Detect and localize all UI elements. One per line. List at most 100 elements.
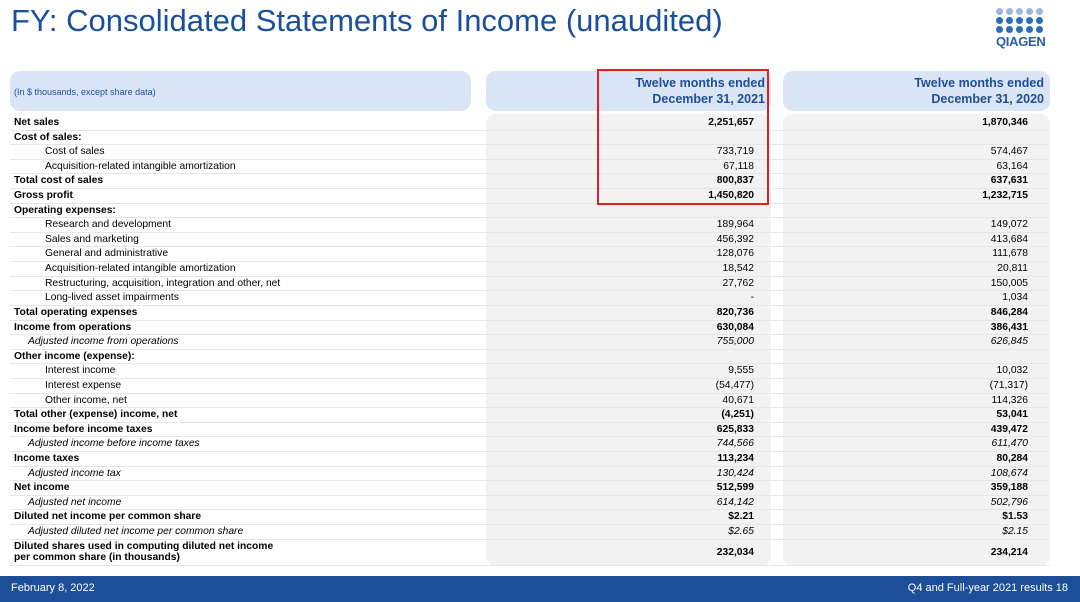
value-2021: 456,392 bbox=[717, 233, 754, 247]
value-2021: 755,000 bbox=[717, 335, 754, 349]
value-2020: 1,232,715 bbox=[982, 189, 1028, 203]
value-2021: 189,964 bbox=[717, 218, 754, 232]
table-row: Adjusted income tax 130,424 108,674 bbox=[10, 467, 1050, 482]
row-label: Gross profit bbox=[14, 189, 73, 203]
row-label: Adjusted income before income taxes bbox=[28, 437, 200, 451]
column-header-2020: Twelve months ended December 31, 2020 bbox=[783, 71, 1050, 111]
value-2020: (71,317) bbox=[990, 379, 1028, 393]
row-label: Income before income taxes bbox=[14, 423, 153, 437]
value-2020: 413,684 bbox=[991, 233, 1028, 247]
row-label: Diluted shares used in computing diluted… bbox=[14, 541, 273, 563]
table-row: Acquisition-related intangible amortizat… bbox=[10, 262, 1050, 277]
row-label: Net sales bbox=[14, 116, 59, 130]
value-2020: $2.15 bbox=[1002, 525, 1028, 539]
value-2021: $2.21 bbox=[728, 510, 754, 524]
value-2021: (54,477) bbox=[716, 379, 754, 393]
table-row: Total other (expense) income, net(4,251)… bbox=[10, 408, 1050, 423]
table-row: Adjusted diluted net income per common s… bbox=[10, 525, 1050, 540]
value-2020: 114,326 bbox=[992, 394, 1028, 408]
logo-dot bbox=[1036, 17, 1043, 24]
table-row: Research and development189,964149,072 bbox=[10, 218, 1050, 233]
value-2020: 637,631 bbox=[991, 174, 1028, 188]
column-header-2020-line2: December 31, 2020 bbox=[783, 91, 1044, 107]
row-label: Income taxes bbox=[14, 452, 79, 466]
value-2020: 574,467 bbox=[991, 145, 1028, 159]
row-label: Adjusted income tax bbox=[28, 467, 121, 481]
table-row: Sales and marketing 456,392 413,684 bbox=[10, 233, 1050, 248]
row-label: Cost of sales: bbox=[14, 131, 82, 145]
table-row: Diluted shares used in computing diluted… bbox=[10, 540, 1050, 566]
units-header: (In $ thousands, except share data) bbox=[10, 71, 471, 111]
highlight-box bbox=[597, 69, 769, 205]
units-label: (In $ thousands, except share data) bbox=[14, 87, 156, 97]
logo-dot bbox=[1036, 8, 1043, 15]
footer-page-info: Q4 and Full-year 2021 results 18 bbox=[908, 582, 1068, 594]
table-row: Income before income taxes625,833439,472 bbox=[10, 423, 1050, 438]
value-2020: 846,284 bbox=[991, 306, 1028, 320]
value-2021: 128,076 bbox=[717, 247, 754, 261]
value-2020: 359,188 bbox=[991, 481, 1028, 495]
row-label: Total operating expenses bbox=[14, 306, 137, 320]
value-2021: 820,736 bbox=[717, 306, 754, 320]
row-label: Research and development bbox=[45, 218, 171, 232]
table-row: Long-lived asset impairments-1,034 bbox=[10, 291, 1050, 306]
table-row: Adjusted income from operations755,00062… bbox=[10, 335, 1050, 350]
qiagen-logo: QIAGEN bbox=[996, 8, 1052, 52]
value-2020: 20,811 bbox=[997, 262, 1028, 276]
table-row: Adjusted income before income taxes 744,5… bbox=[10, 437, 1050, 452]
logo-dots-icon bbox=[996, 8, 1052, 33]
value-2020: 611,470 bbox=[992, 437, 1028, 451]
value-2021: 744,566 bbox=[717, 437, 754, 451]
row-label: Adjusted diluted net income per common s… bbox=[28, 525, 243, 539]
logo-dot bbox=[1016, 8, 1023, 15]
row-label: Cost of sales bbox=[45, 145, 105, 159]
table-row: Income taxes 113,234 80,284 bbox=[10, 452, 1050, 467]
value-2021: 9,555 bbox=[728, 364, 754, 378]
value-2020: 108,674 bbox=[991, 467, 1028, 481]
table-row: Interest income9,55510,032 bbox=[10, 364, 1050, 379]
value-2020: 53,041 bbox=[997, 408, 1029, 422]
table-row: Cost of sales: bbox=[10, 131, 1050, 146]
value-2020: 111,678 bbox=[992, 247, 1028, 261]
income-statement-table: Net sales2,251,6571,870,346Cost of sales… bbox=[10, 116, 1050, 566]
value-2020: 1,034 bbox=[1002, 291, 1028, 305]
logo-dot bbox=[1026, 8, 1033, 15]
logo-dot bbox=[996, 26, 1003, 33]
value-2020: 1,870,346 bbox=[982, 116, 1028, 130]
value-2020: 626,845 bbox=[991, 335, 1028, 349]
row-label: Income from operations bbox=[14, 321, 131, 335]
row-label: Operating expenses: bbox=[14, 204, 116, 218]
table-row: Income from operations630,084386,431 bbox=[10, 321, 1050, 336]
value-2021: 630,084 bbox=[717, 321, 754, 335]
table-row: Cost of sales733,719574,467 bbox=[10, 145, 1050, 160]
value-2020: 502,796 bbox=[991, 496, 1028, 510]
logo-dot bbox=[996, 8, 1003, 15]
value-2020: 234,214 bbox=[991, 547, 1028, 558]
table-row: Gross profit1,450,8201,232,715 bbox=[10, 189, 1050, 204]
row-label: Total cost of sales bbox=[14, 174, 103, 188]
row-label: Acquisition-related intangible amortizat… bbox=[45, 160, 236, 174]
table-row: Other income (expense): bbox=[10, 350, 1050, 365]
value-2020: 150,005 bbox=[991, 277, 1028, 291]
logo-dot bbox=[1016, 17, 1023, 24]
value-2021: 18,542 bbox=[723, 262, 755, 276]
table-row: Net income512,599359,188 bbox=[10, 481, 1050, 496]
logo-dot bbox=[1036, 26, 1043, 33]
value-2021: 614,142 bbox=[717, 496, 754, 510]
footer-bar: February 8, 2022 Q4 and Full-year 2021 r… bbox=[0, 576, 1080, 602]
value-2021: 625,833 bbox=[717, 423, 754, 437]
row-label: Sales and marketing bbox=[45, 233, 139, 247]
value-2021: 113,234 bbox=[717, 452, 754, 466]
logo-dot bbox=[1026, 17, 1033, 24]
logo-dot bbox=[1006, 8, 1013, 15]
value-2020: 80,284 bbox=[997, 452, 1029, 466]
table-row: Acquisition-related intangible amortizat… bbox=[10, 160, 1050, 175]
value-2021: 130,424 bbox=[717, 467, 754, 481]
table-row: Operating expenses: bbox=[10, 204, 1050, 219]
column-header-2020-line1: Twelve months ended bbox=[783, 75, 1044, 91]
table-row: Total cost of sales800,837637,631 bbox=[10, 174, 1050, 189]
row-label: Interest expense bbox=[45, 379, 121, 393]
row-label: Net income bbox=[14, 481, 70, 495]
logo-dot bbox=[1006, 17, 1013, 24]
row-label: Other income (expense): bbox=[14, 350, 135, 364]
